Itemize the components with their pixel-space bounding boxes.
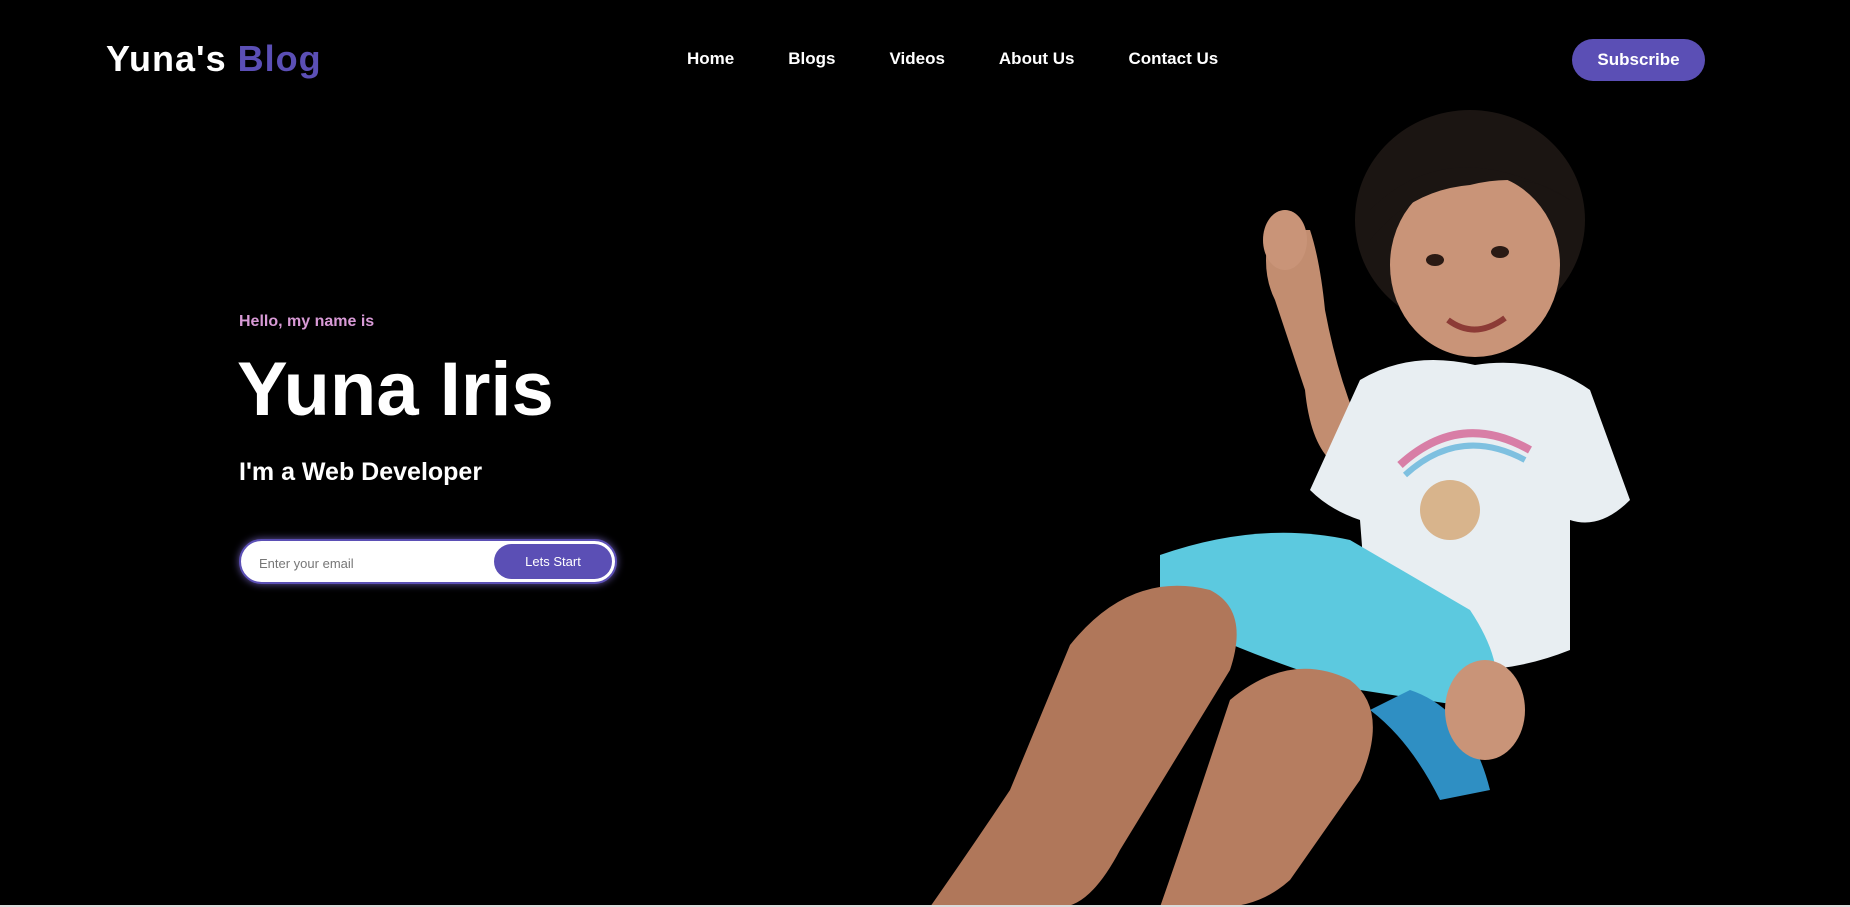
logo-accent-text: Blog — [237, 38, 322, 79]
nav-home[interactable]: Home — [687, 49, 734, 69]
email-input[interactable] — [257, 549, 491, 577]
hero-page: Yuna's Blog Home Blogs Videos About Us C… — [0, 0, 1850, 907]
email-signup-form: Lets Start — [239, 539, 617, 584]
nav-about-us[interactable]: About Us — [999, 49, 1075, 69]
main-nav: Home Blogs Videos About Us Contact Us — [687, 49, 1272, 69]
hero-name: Yuna Iris — [237, 347, 554, 432]
lets-start-button[interactable]: Lets Start — [494, 544, 612, 579]
hero-role: I'm a Web Developer — [239, 458, 483, 486]
site-logo[interactable]: Yuna's Blog — [106, 38, 322, 80]
nav-contact-us[interactable]: Contact Us — [1128, 49, 1218, 69]
nav-videos[interactable]: Videos — [889, 49, 944, 69]
logo-main-text: Yuna's — [106, 38, 227, 79]
greeting-text: Hello, my name is — [239, 313, 375, 330]
nav-blogs[interactable]: Blogs — [788, 49, 835, 69]
child-portrait-photo — [930, 90, 1690, 907]
subscribe-button[interactable]: Subscribe — [1572, 39, 1705, 81]
